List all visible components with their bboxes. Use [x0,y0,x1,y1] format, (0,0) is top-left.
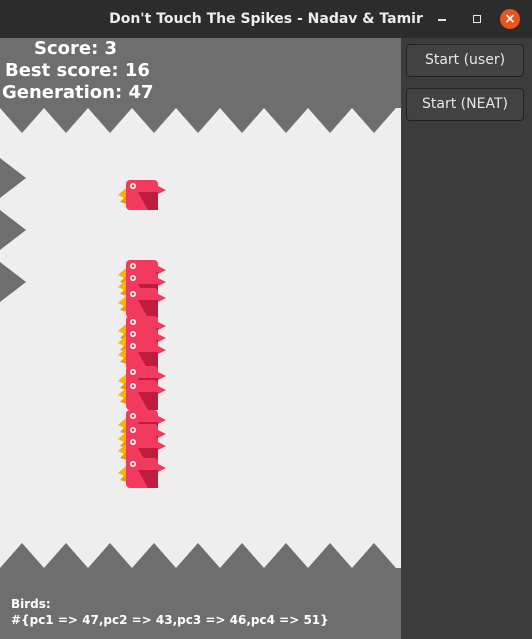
start-neat-button[interactable]: Start (NEAT) [406,88,524,121]
score-text: Score: 3 [34,38,118,59]
birds-label: Birds: [11,597,51,611]
bird-sprite [118,380,166,410]
minimize-icon[interactable] [433,10,451,28]
generation-text: Generation: 47 [2,82,154,103]
maximize-icon[interactable] [468,10,486,28]
title-bar: Don't Touch The Spikes - Nadav & Tamir × [0,0,532,38]
start-user-button[interactable]: Start (user) [406,44,524,77]
control-panel: Start (user) Start (NEAT) [401,38,532,639]
best-score-text: Best score: 16 [5,60,150,81]
window-title: Don't Touch The Spikes - Nadav & Tamir [109,11,423,27]
close-icon[interactable]: × [500,9,520,29]
game-canvas[interactable]: Score: 3 Best score: 16 Generation: 47 B… [0,38,401,639]
bird-sprite [118,458,166,488]
spikes [0,108,396,568]
bird-sprite [118,180,166,210]
birds-counts: #{pc1 => 47,pc2 => 43,pc3 => 46,pc4 => 5… [11,613,329,627]
